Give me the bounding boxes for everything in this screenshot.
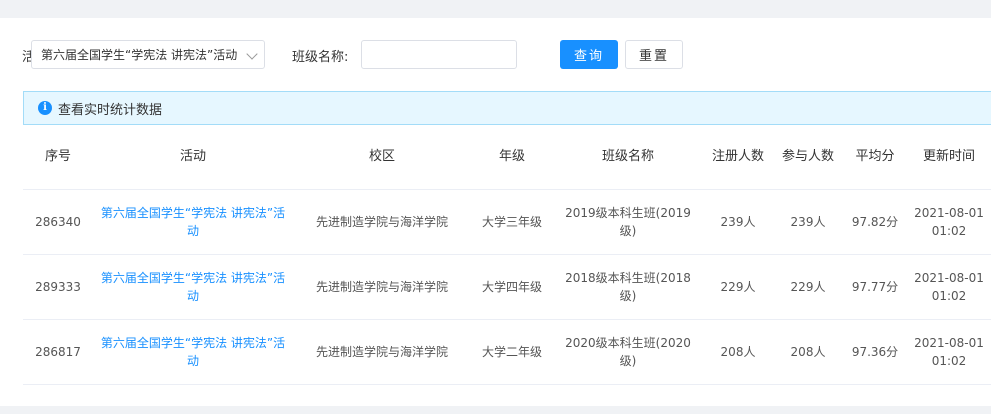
header-registered: 注册人数 bbox=[711, 149, 764, 164]
cell-grade: 大学三年级 bbox=[481, 215, 542, 229]
cell-class-name: 2018级本科生班(2018级) bbox=[565, 271, 691, 303]
cell-participants: 239人 bbox=[790, 215, 826, 229]
cell-avg-score: 97.36分 bbox=[851, 345, 899, 359]
chevron-down-icon bbox=[246, 48, 258, 60]
table-header-row: 序号 活动 校区 年级 班级名称 注册人数 参与人数 平均分 更新时间 bbox=[23, 125, 991, 190]
table-row: 286340 第六届全国学生“学宪法 讲宪法”活动 先进制造学院与海洋学院 大学… bbox=[23, 190, 991, 255]
header-activity: 活动 bbox=[179, 149, 206, 164]
cell-id: 286340 bbox=[35, 215, 81, 229]
class-name-label: 班级名称: bbox=[292, 50, 349, 65]
cell-class-name: 2019级本科生班(2019级) bbox=[565, 206, 691, 238]
cell-registered: 239人 bbox=[720, 215, 756, 229]
cell-id: 289333 bbox=[35, 280, 81, 294]
header-class-name: 班级名称 bbox=[601, 149, 654, 164]
cell-updated: 2021-08-01 01:02 bbox=[914, 271, 984, 303]
cell-class-name: 2020级本科生班(2020级) bbox=[565, 336, 691, 368]
cell-grade: 大学二年级 bbox=[481, 345, 542, 359]
header-avg-score: 平均分 bbox=[855, 149, 895, 164]
info-text: 查看实时统计数据 bbox=[58, 102, 163, 118]
header-campus: 校区 bbox=[368, 149, 395, 164]
query-button[interactable]: 查询 bbox=[560, 40, 618, 69]
activity-select[interactable]: 第六届全国学生“学宪法 讲宪法”活动 bbox=[31, 40, 265, 69]
cell-activity-link[interactable]: 第六届全国学生“学宪法 讲宪法”活动 bbox=[93, 334, 293, 370]
cell-activity-link[interactable]: 第六届全国学生“学宪法 讲宪法”活动 bbox=[93, 269, 293, 305]
header-id: 序号 bbox=[44, 149, 71, 164]
info-alert: i 查看实时统计数据 bbox=[23, 91, 991, 125]
stats-table: 序号 活动 校区 年级 班级名称 注册人数 参与人数 平均分 更新时间 2863… bbox=[23, 125, 991, 385]
cell-participants: 208人 bbox=[790, 345, 826, 359]
cell-campus: 先进制造学院与海洋学院 bbox=[315, 215, 448, 229]
cell-participants: 229人 bbox=[790, 280, 826, 294]
cell-registered: 208人 bbox=[720, 345, 756, 359]
header-grade: 年级 bbox=[498, 149, 525, 164]
header-updated: 更新时间 bbox=[922, 149, 975, 164]
activity-select-value: 第六届全国学生“学宪法 讲宪法”活动 bbox=[41, 48, 238, 62]
cell-avg-score: 97.82分 bbox=[851, 215, 899, 229]
cell-updated: 2021-08-01 01:02 bbox=[914, 206, 984, 238]
cell-updated: 2021-08-01 01:02 bbox=[914, 336, 984, 368]
cell-campus: 先进制造学院与海洋学院 bbox=[315, 345, 448, 359]
cell-id: 286817 bbox=[35, 345, 81, 359]
header-participants: 参与人数 bbox=[781, 149, 834, 164]
reset-button[interactable]: 重置 bbox=[625, 40, 683, 69]
cell-grade: 大学四年级 bbox=[481, 280, 542, 294]
table-row: 286817 第六届全国学生“学宪法 讲宪法”活动 先进制造学院与海洋学院 大学… bbox=[23, 320, 991, 385]
class-name-input[interactable] bbox=[361, 40, 517, 69]
table-row: 289333 第六届全国学生“学宪法 讲宪法”活动 先进制造学院与海洋学院 大学… bbox=[23, 255, 991, 320]
cell-activity-link[interactable]: 第六届全国学生“学宪法 讲宪法”活动 bbox=[93, 204, 293, 240]
cell-campus: 先进制造学院与海洋学院 bbox=[315, 280, 448, 294]
cell-registered: 229人 bbox=[720, 280, 756, 294]
info-icon: i bbox=[38, 101, 52, 115]
cell-avg-score: 97.77分 bbox=[851, 280, 899, 294]
